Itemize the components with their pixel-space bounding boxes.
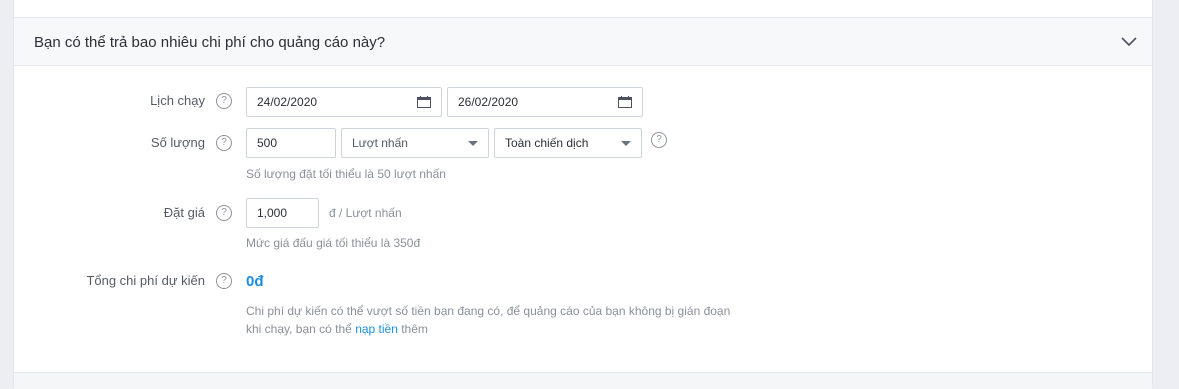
price-input[interactable]: 1,000 [246,198,319,228]
question-circle-icon[interactable]: ? [216,135,232,151]
question-circle-icon[interactable]: ? [651,132,667,148]
question-circle-icon[interactable]: ? [216,273,232,289]
price-value: 1,000 [257,206,288,220]
quantity-unit-value: Lượt nhấn [352,136,408,150]
price-label: Đặt giá [163,205,205,220]
budget-card: Bạn có thể trả bao nhiêu chi phí cho quả… [13,0,1153,389]
quantity-label: Số lượng [150,135,205,150]
total-value: 0đ [246,273,264,290]
card-top-strip [14,0,1152,18]
top-up-link[interactable]: nạp tiền [355,322,398,336]
quantity-unit-select[interactable]: Lượt nhấn [341,128,489,158]
scope-value: Toàn chiến dịch [505,136,589,150]
start-date-value: 24/02/2020 [257,95,318,109]
start-date-input[interactable]: 24/02/2020 [246,87,442,117]
price-hint: Mức giá đấu giá tối thiểu là 350đ [246,236,421,250]
quantity-hint: Số lượng đặt tối thiểu là 50 lượt nhấn [246,167,446,181]
calendar-icon[interactable] [417,96,431,108]
schedule-label: Lịch chạy [150,93,205,108]
total-label: Tổng chi phí dự kiến [86,273,205,288]
calendar-icon[interactable] [618,96,632,108]
caret-down-icon [468,141,478,146]
section-header[interactable]: Bạn có thể trả bao nhiêu chi phí cho quả… [14,18,1152,66]
chevron-down-icon[interactable] [1120,34,1138,48]
caret-down-icon [621,141,631,146]
question-circle-icon[interactable]: ? [216,93,232,109]
price-unit: đ / Lượt nhấn [329,206,402,220]
end-date-input[interactable]: 26/02/2020 [447,87,643,117]
section-title: Bạn có thể trả bao nhiêu chi phí cho quả… [34,34,386,51]
total-note-line1: Chi phí dự kiến có thể vượt số tiền bạn … [246,304,731,318]
end-date-value: 26/02/2020 [458,95,519,109]
quantity-value: 500 [257,136,278,150]
scope-select[interactable]: Toàn chiến dịch [494,128,642,158]
next-section-strip [14,372,1152,389]
question-circle-icon[interactable]: ? [216,205,232,221]
quantity-input[interactable]: 500 [246,128,336,158]
total-note-line2: khi chạy, bạn có thể nạp tiền thêm [246,322,428,336]
total-note-text-before: khi chạy, bạn có thể [246,322,356,336]
total-note-text-after: thêm [397,322,428,336]
